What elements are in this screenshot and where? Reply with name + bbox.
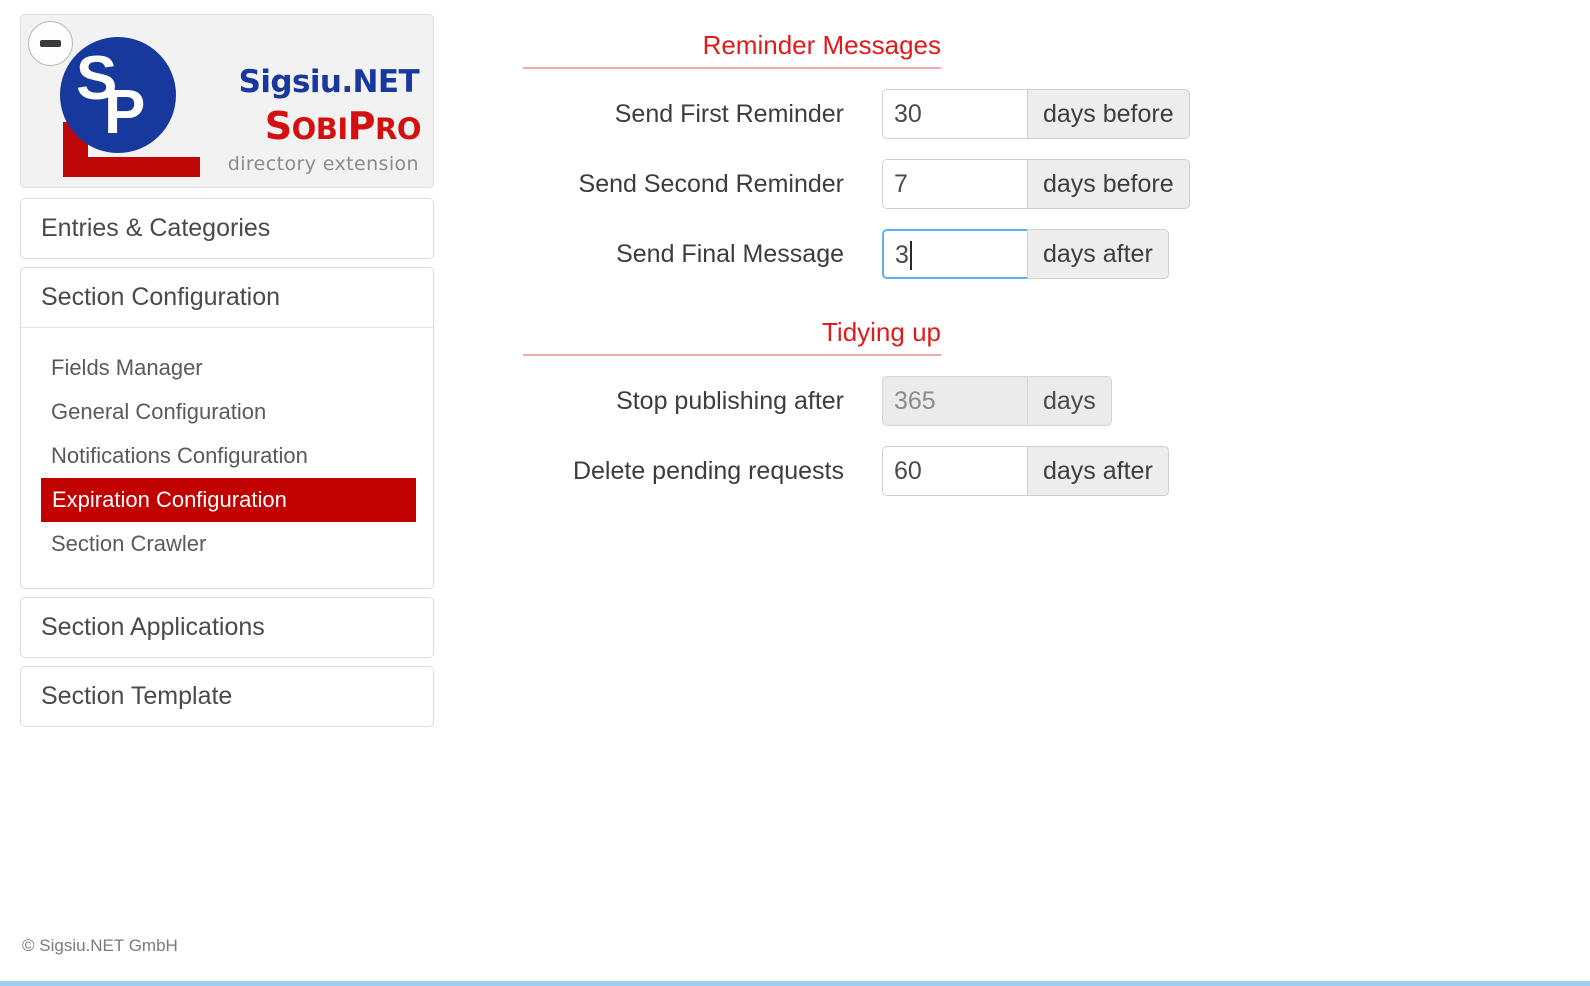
input-send-first-reminder[interactable] xyxy=(882,89,1027,139)
input-group-send-first-reminder: days before xyxy=(882,89,1190,139)
row-send-final-message: Send Final Message 3 days after xyxy=(470,229,1590,279)
input-stop-publishing-after xyxy=(882,376,1027,426)
brand-sobipro-obi: OBI xyxy=(291,112,349,146)
sidebar-item-entries-categories[interactable]: Entries & Categories xyxy=(20,198,434,259)
sidebar-item-entries-categories-label: Entries & Categories xyxy=(41,214,271,242)
row-stop-publishing-after: Stop publishing after days xyxy=(470,376,1590,426)
label-send-second-reminder: Send Second Reminder xyxy=(578,169,844,198)
sidebar-item-fields-manager[interactable]: Fields Manager xyxy=(21,346,433,390)
section-title-tidying-up: Tidying up xyxy=(523,319,941,356)
input-group-send-final-message: 3 days after xyxy=(882,229,1169,279)
minus-icon xyxy=(40,40,61,47)
section-tidying-up: Tidying up Stop publishing after days De… xyxy=(470,279,1590,496)
brand-sobipro-ro: RO xyxy=(375,112,421,146)
sidebar-item-general-configuration[interactable]: General Configuration xyxy=(21,390,433,434)
row-send-second-reminder: Send Second Reminder days before xyxy=(470,159,1590,209)
input-send-final-message-value: 3 xyxy=(895,241,909,269)
logo-red-bar-horizontal xyxy=(63,157,200,177)
label-send-first-reminder: Send First Reminder xyxy=(614,99,844,128)
logo-panel: S P Sigsiu.NET SOBIPRO directory extensi… xyxy=(20,14,434,188)
main-content: Reminder Messages Send First Reminder da… xyxy=(470,0,1590,986)
row-send-first-reminder: Send First Reminder days before xyxy=(470,89,1590,139)
brand-sobipro-p: P xyxy=(347,104,376,148)
page-root: S P Sigsiu.NET SOBIPRO directory extensi… xyxy=(0,0,1590,986)
addon-send-first-reminder-unit: days before xyxy=(1027,89,1190,139)
addon-delete-pending-requests-unit: days after xyxy=(1027,446,1169,496)
bottom-accent-rule xyxy=(0,981,1590,986)
sobipro-logo: S P Sigsiu.NET SOBIPRO directory extensi… xyxy=(21,15,433,187)
input-group-send-second-reminder: days before xyxy=(882,159,1190,209)
text-cursor xyxy=(909,240,912,270)
input-group-stop-publishing-after: days xyxy=(882,376,1112,426)
sidebar-item-section-template[interactable]: Section Template xyxy=(20,666,434,727)
footer-copyright: © Sigsiu.NET GmbH xyxy=(22,936,178,955)
sidebar-item-section-applications-label: Section Applications xyxy=(41,613,265,641)
addon-send-second-reminder-unit: days before xyxy=(1027,159,1190,209)
input-group-delete-pending-requests: days after xyxy=(882,446,1169,496)
brand-tagline: directory extension xyxy=(227,153,419,175)
brand-sigsiu-net: Sigsiu.NET xyxy=(238,64,420,100)
svg-text:P: P xyxy=(104,78,145,147)
row-delete-pending-requests: Delete pending requests days after xyxy=(470,446,1590,496)
logo-sp-monogram: S P xyxy=(76,44,145,147)
input-send-final-message[interactable]: 3 xyxy=(882,229,1027,279)
input-send-second-reminder[interactable] xyxy=(882,159,1027,209)
section-title-reminder-messages: Reminder Messages xyxy=(523,32,941,69)
sidebar-item-notifications-configuration[interactable]: Notifications Configuration xyxy=(21,434,433,478)
label-delete-pending-requests: Delete pending requests xyxy=(572,456,844,485)
sidebar-item-section-configuration[interactable]: Section Configuration xyxy=(21,268,433,328)
sidebar-item-expiration-configuration[interactable]: Expiration Configuration xyxy=(41,478,416,522)
collapse-panel-button[interactable] xyxy=(28,21,73,66)
addon-send-final-message-unit: days after xyxy=(1027,229,1169,279)
brand-sobipro: SOBIPRO xyxy=(264,104,422,148)
sidebar-item-section-template-label: Section Template xyxy=(41,682,233,710)
sidebar-item-section-applications[interactable]: Section Applications xyxy=(20,597,434,658)
input-delete-pending-requests[interactable] xyxy=(882,446,1027,496)
sidebar-group-section-configuration: Section Configuration Fields Manager Gen… xyxy=(20,267,434,589)
label-stop-publishing-after: Stop publishing after xyxy=(616,386,844,415)
label-send-final-message: Send Final Message xyxy=(616,239,844,268)
sidebar: S P Sigsiu.NET SOBIPRO directory extensi… xyxy=(20,14,434,735)
addon-stop-publishing-after-unit: days xyxy=(1027,376,1112,426)
sidebar-subitem-list: Fields Manager General Configuration Not… xyxy=(21,328,433,588)
sidebar-item-section-crawler[interactable]: Section Crawler xyxy=(21,522,433,566)
brand-sobipro-text: S xyxy=(264,104,292,148)
section-reminder-messages: Reminder Messages Send First Reminder da… xyxy=(470,0,1590,279)
